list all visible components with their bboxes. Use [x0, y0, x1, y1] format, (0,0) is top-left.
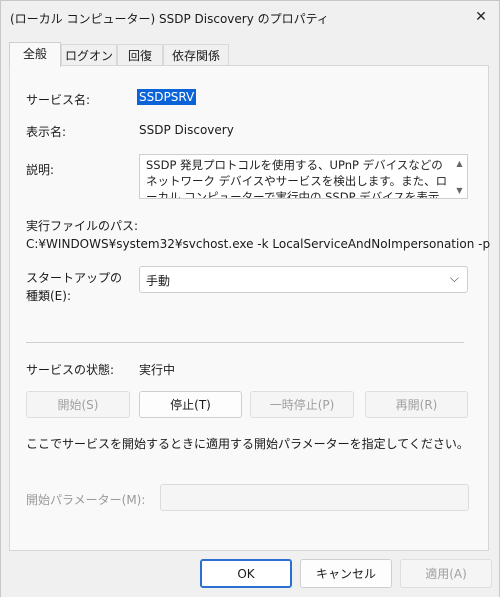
- tab-recovery[interactable]: 回復: [117, 44, 163, 66]
- ok-button[interactable]: OK: [200, 559, 292, 588]
- start-params-label: 開始パラメーター(M):: [26, 493, 146, 507]
- general-tab-panel: サービス名: SSDPSRV 表示名: SSDP Discovery 説明: S…: [9, 65, 490, 551]
- startup-type-value: 手動: [146, 274, 171, 288]
- properties-dialog: (ローカル コンピューター) SSDP Discovery のプロパティ ✕ 全…: [0, 0, 500, 597]
- apply-button[interactable]: 適用(A): [400, 559, 492, 588]
- startup-type-select[interactable]: 手動 ⌵: [139, 266, 468, 293]
- description-textbox[interactable]: SSDP 発見プロトコルを使用する、UPnP デバイスなどのネットワーク デバイ…: [139, 154, 468, 199]
- service-name-value[interactable]: SSDPSRV: [137, 89, 197, 105]
- start-button[interactable]: 開始(S): [26, 391, 130, 418]
- section-divider: [26, 342, 464, 343]
- display-name-label: 表示名:: [26, 125, 67, 139]
- start-params-input[interactable]: [160, 484, 469, 511]
- cancel-button[interactable]: キャンセル: [300, 559, 392, 588]
- title-bar: (ローカル コンピューター) SSDP Discovery のプロパティ ✕: [1, 1, 499, 34]
- description-label: 説明:: [26, 163, 55, 177]
- startup-type-label-line1: スタートアップの: [26, 271, 123, 285]
- dialog-footer: OK キャンセル 適用(A): [1, 553, 499, 597]
- exe-path-value[interactable]: C:¥WINDOWS¥system32¥svchost.exe -k Local…: [26, 237, 490, 251]
- tab-dependencies[interactable]: 依存関係: [163, 44, 229, 66]
- scroll-up-icon[interactable]: ▲: [453, 156, 466, 170]
- exe-path-label: 実行ファイルのパス:: [26, 219, 139, 233]
- tab-general[interactable]: 全般: [9, 42, 61, 67]
- chevron-down-icon: ⌵: [449, 271, 459, 285]
- pause-button[interactable]: 一時停止(P): [250, 391, 354, 418]
- service-status-value: 実行中: [139, 363, 176, 377]
- startup-type-label-line2: 種類(E):: [26, 289, 71, 303]
- tab-logon[interactable]: ログオン: [61, 44, 117, 66]
- stop-button[interactable]: 停止(T): [139, 391, 242, 418]
- close-icon[interactable]: ✕: [471, 7, 491, 27]
- service-status-label: サービスの状態:: [26, 363, 115, 377]
- window-title: (ローカル コンピューター) SSDP Discovery のプロパティ: [10, 12, 329, 26]
- start-params-hint: ここでサービスを開始するときに適用する開始パラメーターを指定してください。: [26, 437, 469, 451]
- display-name-value[interactable]: SSDP Discovery: [139, 123, 234, 137]
- scroll-down-icon[interactable]: ▼: [453, 183, 466, 197]
- description-text: SSDP 発見プロトコルを使用する、UPnP デバイスなどのネットワーク デバイ…: [146, 158, 448, 199]
- resume-button[interactable]: 再開(R): [365, 391, 468, 418]
- service-name-label: サービス名:: [26, 93, 91, 107]
